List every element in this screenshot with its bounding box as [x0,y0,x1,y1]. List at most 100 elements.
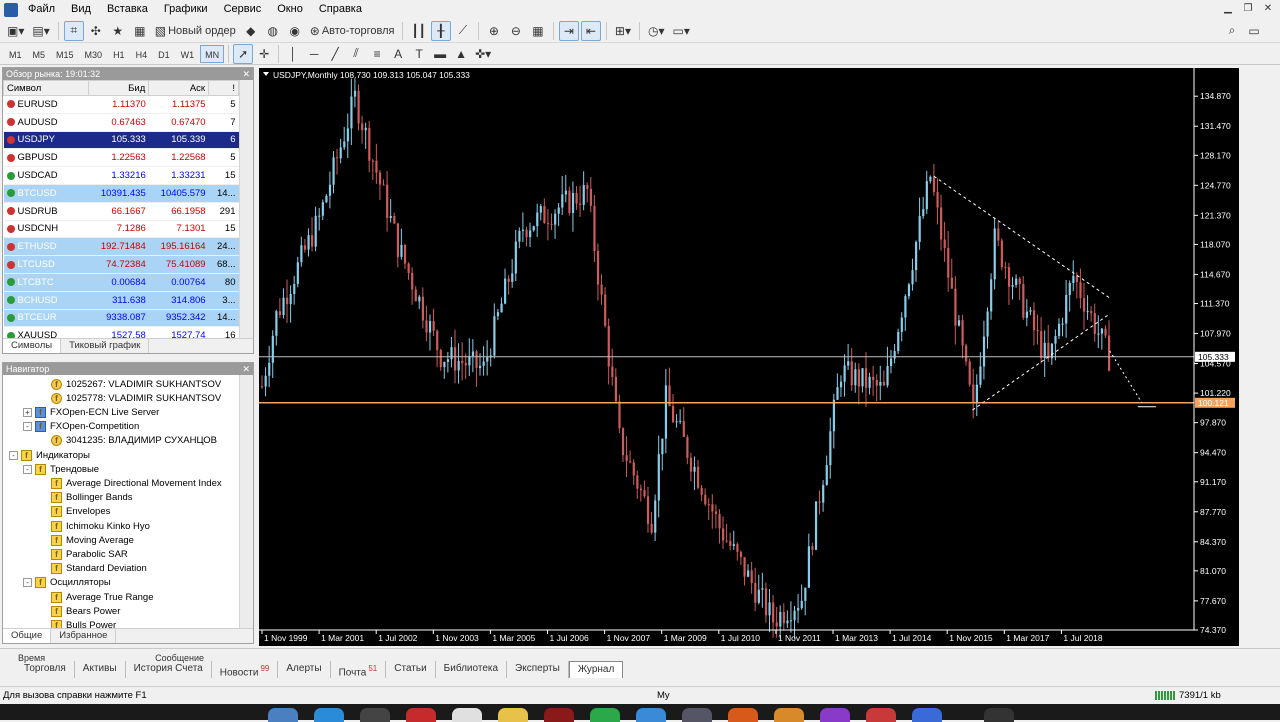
timeframe-h4[interactable]: H4 [131,45,153,63]
navigator-item[interactable]: f Bollinger Bands [51,491,133,505]
terminal-tab[interactable]: Эксперты [507,661,569,678]
terminal-tab[interactable]: Почта 51 [331,661,387,678]
menu-file[interactable]: Файл [20,0,63,19]
line-chart-icon[interactable]: ⟋ [453,21,473,41]
collapse-icon[interactable]: - [23,422,32,432]
market-watch-row[interactable]: ETHUSD 192.71484 195.16164 24... [3,237,239,257]
tab-common[interactable]: Общие [3,629,52,643]
timeframe-m5[interactable]: M5 [28,45,51,63]
tab-symbols[interactable]: Символы [3,339,62,353]
menu-tools[interactable]: Сервис [216,0,270,19]
market-watch-row[interactable]: USDCAD 1.33216 1.33231 15 [3,166,239,185]
close-icon[interactable]: ✕ [1260,2,1276,16]
market-watch-row[interactable]: LTCBTC 0.00684 0.00764 80 [3,273,239,292]
column-header-bid[interactable]: Бид [88,80,150,96]
minimize-icon[interactable]: ▁ [1220,2,1236,16]
navigator-item[interactable]: f Bears Power [51,604,120,618]
signals-icon[interactable]: ◍ [263,21,283,41]
market-watch-scrollbar[interactable] [239,80,253,338]
collapse-icon[interactable]: - [23,578,32,588]
profiles-icon[interactable]: ▤▾ [29,21,52,41]
chart-window[interactable]: 134.870 131.470 128.170 124.770 121.370 118.0… [259,68,1239,646]
column-header-ask[interactable]: Аск [148,80,210,96]
market-watch-icon[interactable]: ⌗ [63,20,84,41]
navigator-item[interactable]: - f FXOpen-Competition [23,420,139,434]
menu-charts[interactable]: Графики [156,0,216,19]
navigator-item[interactable]: - f Индикаторы [9,448,90,462]
auto-scroll-icon[interactable]: ⇥ [558,20,579,41]
vertical-line-icon[interactable]: │ [283,44,303,64]
timeframe-m1[interactable]: M1 [4,45,27,63]
fibonacci-icon[interactable]: ≡ [367,44,387,64]
templates-icon[interactable]: ▭▾ [669,21,692,41]
chart-shift-icon[interactable]: ⇤ [580,20,601,41]
navigator-item[interactable]: f 1025778: VLADIMIR SUKHANTSOV [51,391,221,405]
indicators-icon[interactable]: ⊞▾ [612,21,634,41]
market-watch-row[interactable]: LTCUSD 74.72384 75.41089 68... [3,255,239,274]
terminal-tab[interactable]: Журнал [568,661,624,678]
navigator-item[interactable]: f Envelopes [51,505,110,519]
bar-chart-icon[interactable]: ┃┃ [408,21,428,41]
search-icon[interactable]: ⌕ [1222,21,1242,41]
periods-icon[interactable]: ◷▾ [645,21,668,41]
horizontal-line-icon[interactable]: ─ [304,44,324,64]
text-label-icon[interactable]: T [409,44,429,64]
collapse-icon[interactable]: - [23,464,32,474]
zoom-out-icon[interactable]: ⊖ [506,21,526,41]
column-header-symbol[interactable]: Символ [2,80,90,96]
market-watch-row[interactable]: BTCEUR 9338.087 9352.342 14... [3,309,239,328]
navigator-item[interactable]: f 3041235: ВЛАДИМИР СУХАНЦОВ [51,434,217,448]
navigator-icon[interactable]: ★ [108,21,128,41]
timeframe-mn[interactable]: MN [200,44,225,63]
timeframe-m30[interactable]: M30 [80,45,108,63]
auto-trading-button[interactable]: ⊛ Авто-торговля [307,21,398,41]
new-order-button[interactable]: ▧ Новый ордер [152,21,239,41]
terminal-tab[interactable]: Библиотека [436,661,508,678]
menu-window[interactable]: Окно [269,0,311,19]
timeframe-m15[interactable]: M15 [51,45,79,63]
timeframe-d1[interactable]: D1 [153,45,175,63]
market-watch-row[interactable]: BTCUSD 10391.435 10405.579 14... [3,184,239,203]
terminal-tab[interactable]: Алерты [278,661,331,678]
navigator-item[interactable]: f 1025267: VLADIMIR SUKHANTSOV [51,377,221,391]
menu-view[interactable]: Вид [63,0,99,19]
market-watch-row[interactable]: BCHUSD 311.638 314.806 3... [3,291,239,310]
navigator-item[interactable]: - f Осцилляторы [23,576,111,590]
terminal-tab[interactable]: Новости 99 [212,661,279,678]
column-header-spread[interactable]: ! [208,80,239,96]
navigator-item[interactable]: + f FXOpen-ECN Live Server [23,405,159,419]
collapse-icon[interactable]: - [9,450,18,460]
market-icon[interactable]: ◉ [285,21,305,41]
expand-icon[interactable]: + [23,407,32,417]
navigator-item[interactable]: f Moving Average [51,533,134,547]
restore-icon[interactable]: ❐ [1240,2,1256,16]
market-watch-row[interactable]: GBPUSD 1.22563 1.22568 5 [3,148,239,168]
navigator-item[interactable]: f Average True Range [51,590,154,604]
menu-insert[interactable]: Вставка [99,0,156,19]
market-watch-row[interactable]: USDJPY 105.333 105.339 6 [3,131,239,150]
tile-windows-icon[interactable]: ▦ [528,21,548,41]
price-chart[interactable]: 134.870 131.470 128.170 124.770 121.370 118.0… [259,68,1239,646]
terminal-tab[interactable]: Торговля [16,661,75,678]
terminal-icon[interactable]: ▦ [130,21,150,41]
candlestick-chart-icon[interactable]: ╂ [430,20,451,41]
close-icon[interactable]: ✕ [242,363,250,375]
menu-help[interactable]: Справка [311,0,370,19]
navigator-item[interactable]: f Parabolic SAR [51,547,128,561]
navigator-item[interactable]: f Ichimoku Kinko Hyo [51,519,150,533]
market-watch-row[interactable]: USDRUB 66.1667 66.1958 291 [3,202,239,221]
crosshair-icon[interactable]: ✛ [254,44,274,64]
trendline-icon[interactable]: ╱ [325,44,345,64]
chat-icon[interactable]: ▭ [1244,21,1264,41]
data-window-icon[interactable]: ✣ [86,21,106,41]
navigator-item[interactable]: - f Трендовые [23,462,99,476]
navigator-item[interactable]: f Standard Deviation [51,562,147,576]
new-chart-icon[interactable]: ▣▾ [4,21,27,41]
zoom-in-icon[interactable]: ⊕ [484,21,504,41]
terminal-tab[interactable]: Статьи [386,661,436,678]
timeframe-w1[interactable]: W1 [176,45,200,63]
text-icon[interactable]: A [388,44,408,64]
terminal-tab[interactable]: История Счета [126,661,212,678]
tab-tick-chart[interactable]: Тиковый график [61,339,150,353]
rectangle-icon[interactable]: ▬ [430,44,450,64]
